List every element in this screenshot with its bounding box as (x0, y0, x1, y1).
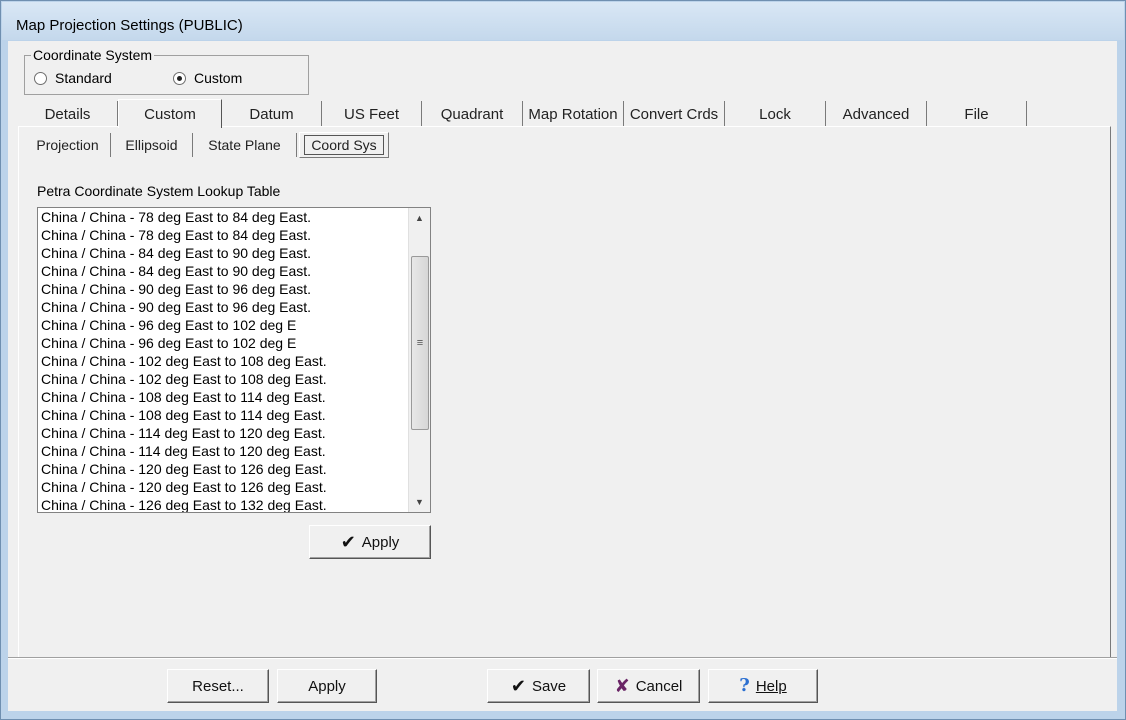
reset-button[interactable]: Reset... (167, 669, 269, 703)
coordinate-system-group: Coordinate System Standard Custom (24, 47, 309, 95)
tab-label: File (964, 105, 989, 123)
subtab-ellipsoid[interactable]: Ellipsoid (111, 133, 193, 157)
tab-quadrant[interactable]: Quadrant (422, 101, 523, 127)
list-item[interactable]: China / China - 84 deg East to 90 deg Ea… (38, 262, 408, 280)
list-item[interactable]: China / China - 114 deg East to 120 deg … (38, 442, 408, 460)
radio-circle-icon (34, 71, 47, 85)
subtab-label: Projection (36, 137, 99, 153)
tab-advanced[interactable]: Advanced (826, 101, 927, 127)
subtab-label: Ellipsoid (125, 137, 178, 153)
dialog-client-area: Coordinate System Standard Custom Detail… (8, 41, 1117, 711)
grip-icon: ≡ (416, 337, 424, 349)
list-item[interactable]: China / China - 120 deg East to 126 deg … (38, 460, 408, 478)
scroll-up-arrow-icon[interactable]: ▲ (409, 208, 430, 228)
check-icon: ✔ (340, 532, 356, 552)
dialog-window: Map Projection Settings (PUBLIC) Coordin… (0, 0, 1126, 720)
cross-icon: ✘ (614, 676, 630, 696)
coordinate-system-label: Coordinate System (31, 47, 155, 63)
list-item[interactable]: China / China - 78 deg East to 84 deg Ea… (38, 208, 408, 226)
tab-label: Map Rotation (528, 105, 618, 123)
tab-details[interactable]: Details (18, 101, 118, 127)
list-item[interactable]: China / China - 84 deg East to 90 deg Ea… (38, 244, 408, 262)
tab-label: Convert Crds (629, 105, 719, 123)
tab-convert-crds[interactable]: Convert Crds (624, 101, 725, 127)
lookup-table-label: Petra Coordinate System Lookup Table (37, 183, 281, 199)
list-item[interactable]: China / China - 90 deg East to 96 deg Ea… (38, 280, 408, 298)
custom-tab-panel: Projection Ellipsoid State Plane Coord S… (18, 126, 1111, 658)
coordinate-system-listbox[interactable]: China / China - 78 deg East to 84 deg Ea… (37, 207, 431, 513)
tab-custom[interactable]: Custom (118, 99, 222, 128)
standard-radio[interactable]: Standard (34, 70, 112, 86)
tab-label: Custom (144, 105, 196, 123)
list-item[interactable]: China / China - 102 deg East to 108 deg … (38, 352, 408, 370)
tab-label: Details (44, 105, 91, 123)
subtab-projection[interactable]: Projection (25, 133, 111, 157)
footer-separator (8, 657, 1117, 659)
scroll-down-arrow-icon[interactable]: ▼ (409, 492, 430, 512)
list-item[interactable]: China / China - 90 deg East to 96 deg Ea… (38, 298, 408, 316)
list-item[interactable]: China / China - 108 deg East to 114 deg … (38, 406, 408, 424)
subtab-label: Coord Sys (304, 135, 384, 155)
tab-label: Datum (249, 105, 294, 123)
reset-button-label: Reset... (192, 677, 244, 695)
list-item[interactable]: China / China - 126 deg East to 132 deg … (38, 496, 408, 512)
tab-label: Lock (759, 105, 791, 123)
cancel-button[interactable]: ✘ Cancel (597, 669, 700, 703)
title-bar[interactable]: Map Projection Settings (PUBLIC) (2, 2, 1124, 40)
tab-label: Advanced (842, 105, 910, 123)
custom-radio-label: Custom (194, 70, 243, 86)
listbox-scrollbar[interactable]: ▲ ≡ ▼ (408, 208, 430, 512)
help-button-label: Help (755, 677, 787, 695)
subtab-state-plane[interactable]: State Plane (193, 133, 297, 157)
apply-button[interactable]: Apply (277, 669, 377, 703)
tab-file[interactable]: File (927, 101, 1027, 127)
tab-label: Quadrant (440, 105, 504, 123)
tab-datum[interactable]: Datum (222, 101, 322, 127)
list-item[interactable]: China / China - 120 deg East to 126 deg … (38, 478, 408, 496)
help-icon: ? (739, 675, 750, 696)
tab-map-rotation[interactable]: Map Rotation (523, 101, 624, 127)
apply-button-label: Apply (308, 677, 346, 695)
standard-radio-label: Standard (55, 70, 112, 86)
lookup-apply-button[interactable]: ✔ Apply (309, 525, 431, 559)
save-button[interactable]: ✔ Save (487, 669, 590, 703)
help-button[interactable]: ? Help (708, 669, 818, 703)
check-icon: ✔ (510, 676, 526, 696)
window-title: Map Projection Settings (PUBLIC) (16, 17, 243, 34)
tab-us-feet[interactable]: US Feet (322, 101, 422, 127)
subtab-label: State Plane (208, 137, 281, 153)
scroll-thumb[interactable]: ≡ (411, 256, 429, 430)
list-item[interactable]: China / China - 108 deg East to 114 deg … (38, 388, 408, 406)
save-button-label: Save (531, 677, 567, 695)
tab-label: US Feet (343, 105, 400, 123)
lookup-apply-label: Apply (361, 533, 400, 551)
list-item[interactable]: China / China - 96 deg East to 102 deg E (38, 334, 408, 352)
cancel-button-label: Cancel (635, 677, 683, 695)
tab-lock[interactable]: Lock (725, 101, 826, 127)
subtab-coord-sys[interactable]: Coord Sys (299, 132, 389, 158)
list-item[interactable]: China / China - 78 deg East to 84 deg Ea… (38, 226, 408, 244)
list-items: China / China - 78 deg East to 84 deg Ea… (38, 208, 408, 512)
list-item[interactable]: China / China - 96 deg East to 102 deg E (38, 316, 408, 334)
list-item[interactable]: China / China - 102 deg East to 108 deg … (38, 370, 408, 388)
custom-radio[interactable]: Custom (173, 70, 242, 86)
radio-selected-icon (173, 71, 186, 85)
list-item[interactable]: China / China - 114 deg East to 120 deg … (38, 424, 408, 442)
